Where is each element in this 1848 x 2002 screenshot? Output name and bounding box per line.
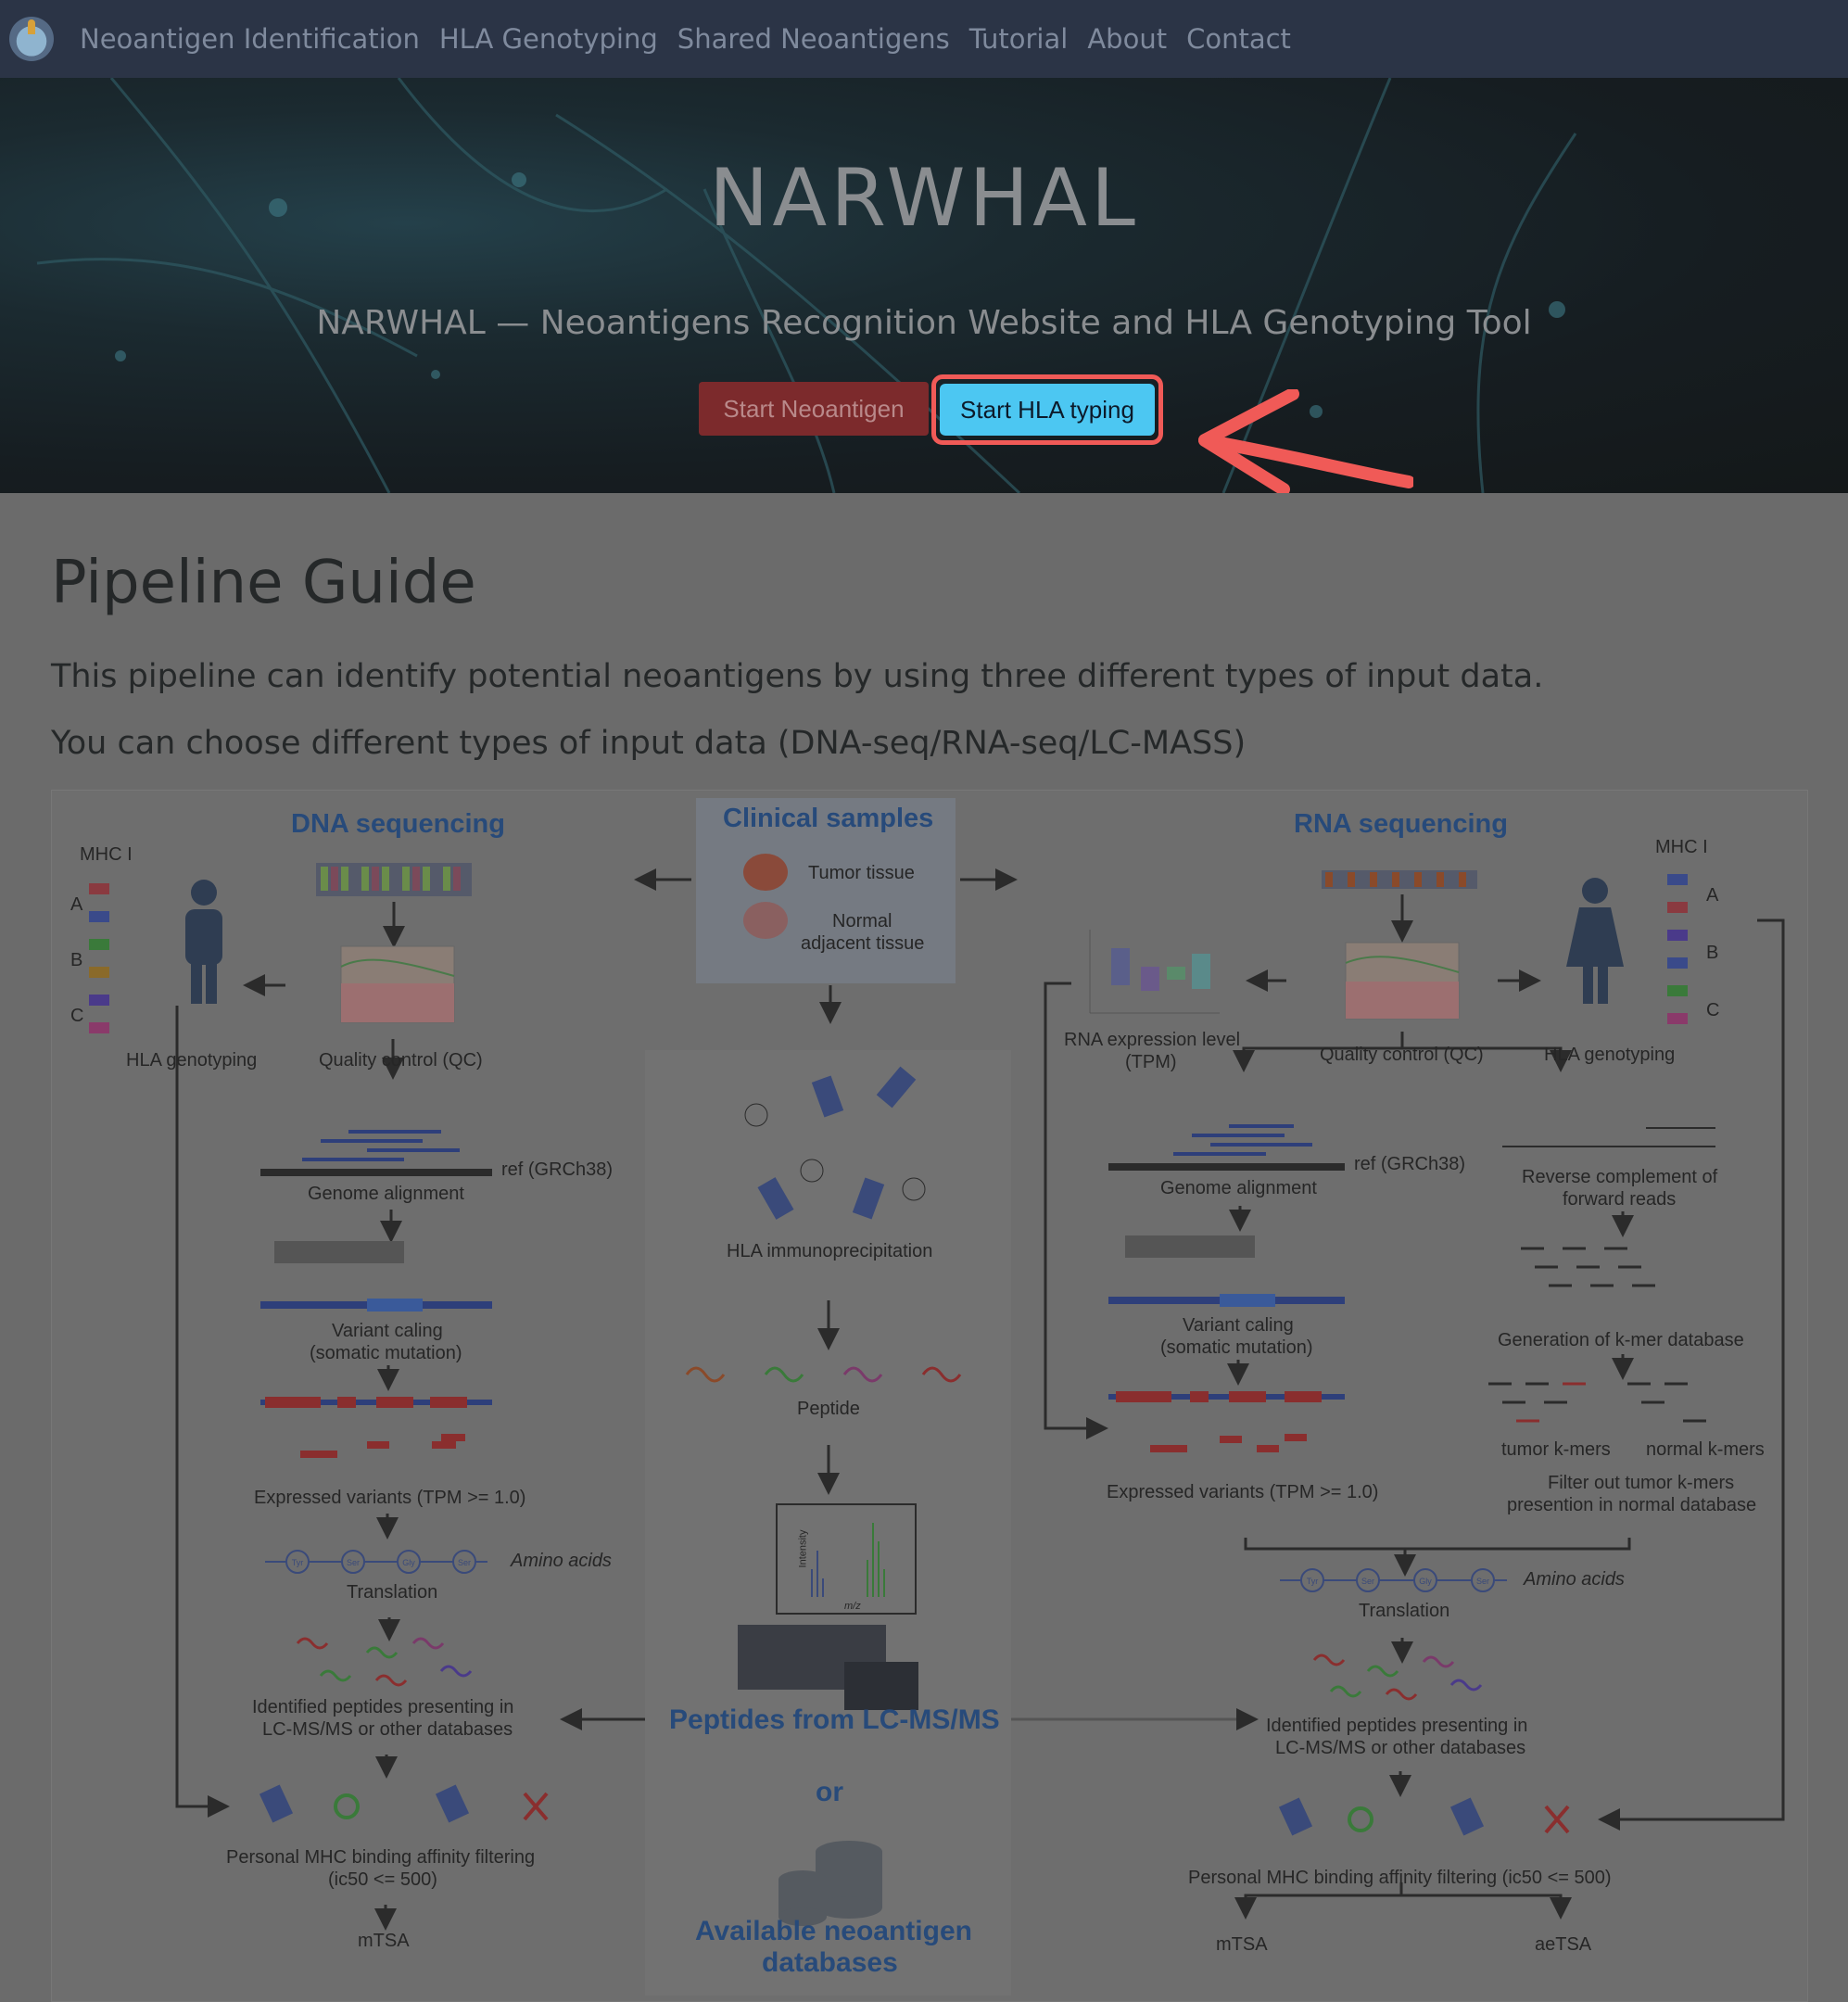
revcomp-label-1: Reverse complement of bbox=[1522, 1167, 1718, 1187]
expression-boxplot bbox=[1089, 930, 1220, 1014]
narwhal-logo-icon[interactable] bbox=[9, 17, 54, 61]
person-female-icon bbox=[1566, 878, 1624, 1004]
top-navbar: Neoantigen Identification HLA Genotyping… bbox=[0, 0, 1848, 78]
somatic-label-rna: (somatic mutation) bbox=[1160, 1337, 1313, 1358]
ref-label-rna: ref (GRCh38) bbox=[1354, 1154, 1466, 1174]
allele-c-right: C bbox=[1706, 1000, 1720, 1020]
variant-calling-label-rna: Variant caling bbox=[1183, 1315, 1294, 1336]
hero-subtitle: NARWHAL — Neoantigens Recognition Websit… bbox=[316, 304, 1532, 342]
databases-heading-1: Available neoantigen bbox=[695, 1916, 972, 1946]
qc-label-dna: Quality control (QC) bbox=[319, 1050, 483, 1071]
filter-kmers-label-1: Filter out tumor k-mers bbox=[1548, 1473, 1735, 1493]
nav-shared-neoantigens[interactable]: Shared Neoantigens bbox=[677, 23, 950, 55]
mhc-alleles-right bbox=[1667, 874, 1688, 1024]
page-title: Pipeline Guide bbox=[51, 549, 476, 617]
start-hla-typing-button[interactable]: Start HLA typing bbox=[940, 384, 1155, 436]
amino-acid-label-rna-0: Tyr bbox=[1307, 1577, 1319, 1586]
hla-ip-label: HLA immunoprecipitation bbox=[727, 1241, 933, 1261]
allele-c-left: C bbox=[70, 1006, 84, 1026]
axis-mz-label: m/z bbox=[844, 1601, 861, 1612]
peptide-label: Peptide bbox=[797, 1399, 860, 1419]
nav-hla-genotyping[interactable]: HLA Genotyping bbox=[439, 23, 658, 55]
genome-alignment-label-dna: Genome alignment bbox=[308, 1184, 464, 1204]
allele-b-left: B bbox=[70, 950, 83, 970]
expressed-variants-label-rna: Expressed variants (TPM >= 1.0) bbox=[1107, 1482, 1379, 1502]
peptides-lcms-heading: Peptides from LC-MS/MS bbox=[669, 1704, 1000, 1735]
mhc-label-right: MHC I bbox=[1655, 837, 1708, 857]
kmer-db-label: Generation of k-mer database bbox=[1498, 1330, 1744, 1350]
amino-acid-label-dna-2: Gly bbox=[402, 1558, 415, 1567]
identified-peptides-label-dna-2: LC-MS/MS or other databases bbox=[262, 1719, 513, 1740]
nav-contact[interactable]: Contact bbox=[1186, 23, 1291, 55]
filter-kmers-label-2: presention in normal database bbox=[1507, 1495, 1757, 1515]
allele-b-right: B bbox=[1706, 943, 1719, 963]
mhc-filter-label-dna-2: (ic50 <= 500) bbox=[328, 1869, 437, 1890]
identified-peptides-label-dna-1: Identified peptides presenting in bbox=[252, 1697, 514, 1717]
amino-acid-label-dna-3: Ser bbox=[458, 1558, 471, 1567]
amino-acid-label-dna-1: Ser bbox=[347, 1558, 360, 1567]
binding-icons-right bbox=[1278, 1797, 1570, 1836]
start-neoantigen-button[interactable]: Start Neoantigen bbox=[699, 382, 929, 436]
genome-alignment-label-rna: Genome alignment bbox=[1160, 1178, 1317, 1198]
nav-about[interactable]: About bbox=[1087, 23, 1167, 55]
tumor-kmers-label: tumor k-mers bbox=[1501, 1439, 1611, 1460]
revcomp-label-2: forward reads bbox=[1563, 1189, 1677, 1210]
normal-tissue-label-1: Normal bbox=[832, 911, 892, 931]
amino-acids-label-dna: Amino acids bbox=[511, 1551, 612, 1571]
allele-a-left: A bbox=[70, 894, 83, 915]
main-content: Pipeline Guide This pipeline can identif… bbox=[0, 493, 1848, 2002]
binding-icons-left bbox=[259, 1784, 549, 1823]
hla-genotyping-label-rna: HLA genotyping bbox=[1544, 1045, 1676, 1065]
tumor-tissue-label: Tumor tissue bbox=[808, 863, 915, 883]
amino-acid-label-dna-0: Tyr bbox=[292, 1558, 304, 1567]
dna-sequencing-heading: DNA sequencing bbox=[291, 809, 505, 839]
nav-neoantigen-identification[interactable]: Neoantigen Identification bbox=[80, 23, 420, 55]
qc-label-rna: Quality control (QC) bbox=[1320, 1045, 1484, 1065]
amino-acid-label-rna-2: Gly bbox=[1419, 1577, 1432, 1586]
mhc-filter-label-rna: Personal MHC binding affinity filtering … bbox=[1188, 1868, 1612, 1888]
mhc-label-left: MHC I bbox=[80, 844, 133, 865]
amino-acid-label-rna-3: Ser bbox=[1476, 1577, 1489, 1586]
rna-expression-label-2: (TPM) bbox=[1125, 1052, 1177, 1072]
database-icon bbox=[778, 1841, 882, 1926]
axis-intensity-label: Intensity bbox=[797, 1529, 809, 1568]
hla-ip-icons bbox=[744, 1066, 926, 1220]
variant-calling-label-dna: Variant caling bbox=[332, 1321, 443, 1341]
hero-title: NARWHAL bbox=[709, 152, 1139, 245]
mtsa-label-rna: mTSA bbox=[1216, 1934, 1268, 1955]
normal-kmers-label: normal k-mers bbox=[1646, 1439, 1765, 1460]
identified-peptides-label-rna-2: LC-MS/MS or other databases bbox=[1275, 1738, 1526, 1758]
or-label: or bbox=[816, 1777, 843, 1807]
annotation-arrow-icon bbox=[1198, 389, 1413, 496]
hero-banner: NARWHAL NARWHAL — Neoantigens Recognitio… bbox=[0, 78, 1848, 493]
intro-paragraph: This pipeline can identify potential neo… bbox=[51, 658, 1544, 695]
dna-sequence-glyph bbox=[316, 863, 472, 896]
mhc-filter-label-dna-1: Personal MHC binding affinity filtering bbox=[226, 1847, 536, 1868]
aetsa-label-rna: aeTSA bbox=[1535, 1934, 1592, 1955]
identified-peptides-label-rna-1: Identified peptides presenting in bbox=[1266, 1716, 1528, 1736]
nav-tutorial[interactable]: Tutorial bbox=[969, 23, 1069, 55]
mhc-alleles-left bbox=[89, 883, 109, 1033]
rna-expression-label-1: RNA expression level bbox=[1064, 1030, 1241, 1050]
somatic-label-dna: (somatic mutation) bbox=[310, 1343, 462, 1363]
amino-acids-label-rna: Amino acids bbox=[1524, 1569, 1625, 1590]
rna-sequencing-heading: RNA sequencing bbox=[1294, 809, 1508, 839]
pipeline-diagram: Tyr Ser Gly Ser Tyr Ser Gly Ser DNA sequencing … bbox=[51, 790, 1808, 2002]
ref-label-dna: ref (GRCh38) bbox=[501, 1159, 614, 1180]
input-types-paragraph: You can choose different types of input … bbox=[51, 725, 1247, 762]
hla-genotyping-label-dna: HLA genotyping bbox=[126, 1050, 258, 1071]
person-male-icon bbox=[185, 880, 222, 1004]
clinical-samples-heading: Clinical samples bbox=[723, 804, 934, 833]
mtsa-label-dna: mTSA bbox=[358, 1931, 410, 1951]
translation-label-dna: Translation bbox=[347, 1582, 438, 1603]
normal-tissue-label-2: adjacent tissue bbox=[801, 933, 925, 954]
allele-a-right: A bbox=[1706, 885, 1719, 906]
amino-acid-label-rna-1: Ser bbox=[1361, 1577, 1374, 1586]
translation-label-rna: Translation bbox=[1359, 1601, 1450, 1621]
page: Neoantigen Identification HLA Genotyping… bbox=[0, 0, 1848, 2002]
expressed-variants-label-dna: Expressed variants (TPM >= 1.0) bbox=[254, 1488, 526, 1508]
diagram-graphics: Tyr Ser Gly Ser Tyr Ser Gly Ser bbox=[89, 854, 1785, 1931]
databases-heading-2: databases bbox=[762, 1947, 898, 1978]
rna-sequence-glyph bbox=[1322, 870, 1477, 889]
